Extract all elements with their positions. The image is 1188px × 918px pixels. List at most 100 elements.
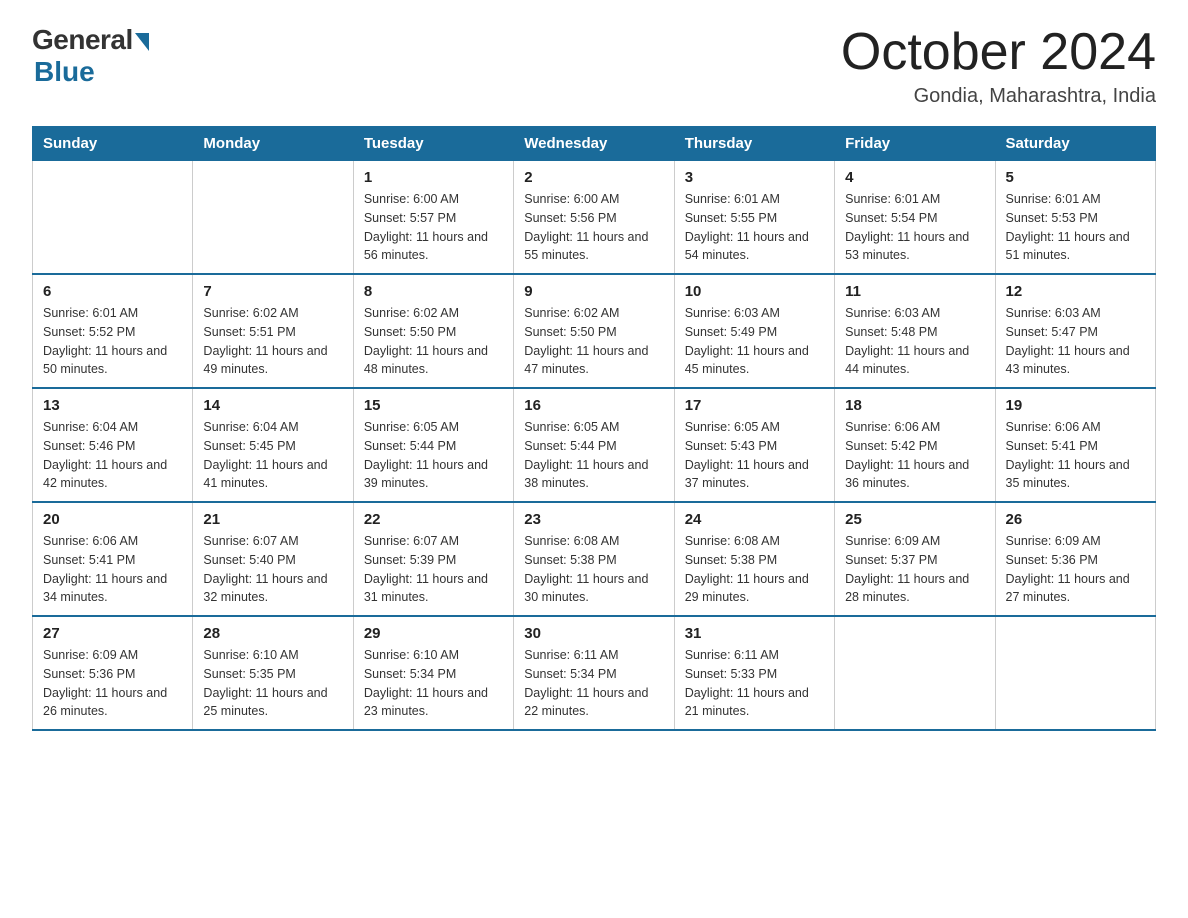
day-sun-info: Sunrise: 6:11 AMSunset: 5:33 PMDaylight:… bbox=[685, 646, 824, 721]
calendar-day-cell bbox=[33, 161, 193, 275]
calendar-day-cell: 27Sunrise: 6:09 AMSunset: 5:36 PMDayligh… bbox=[33, 616, 193, 730]
day-sun-info: Sunrise: 6:07 AMSunset: 5:39 PMDaylight:… bbox=[364, 532, 503, 607]
day-sun-info: Sunrise: 6:02 AMSunset: 5:51 PMDaylight:… bbox=[203, 304, 342, 379]
day-sun-info: Sunrise: 6:06 AMSunset: 5:41 PMDaylight:… bbox=[1006, 418, 1145, 493]
day-number: 10 bbox=[685, 283, 824, 300]
calendar-day-cell: 2 Sunrise: 6:00 AMSunset: 5:56 PMDaylight… bbox=[514, 161, 674, 275]
calendar-week-row: 27Sunrise: 6:09 AMSunset: 5:36 PMDayligh… bbox=[33, 616, 1156, 730]
day-number: 28 bbox=[203, 625, 342, 642]
day-sun-info: Sunrise: 6:09 AMSunset: 5:37 PMDaylight:… bbox=[845, 532, 984, 607]
calendar-day-cell: 19 Sunrise: 6:06 AMSunset: 5:41 PMDayligh… bbox=[995, 388, 1155, 502]
day-sun-info: Sunrise: 6:03 AMSunset: 5:49 PMDaylight:… bbox=[685, 304, 824, 379]
calendar-table: SundayMondayTuesdayWednesdayThursdayFrid… bbox=[32, 126, 1156, 731]
day-sun-info: Sunrise: 6:09 AMSunset: 5:36 PMDaylight:… bbox=[1006, 532, 1145, 607]
logo-blue-text: Blue bbox=[34, 56, 95, 88]
calendar-day-cell: 28 Sunrise: 6:10 AMSunset: 5:35 PMDayligh… bbox=[193, 616, 353, 730]
calendar-day-cell: 22 Sunrise: 6:07 AMSunset: 5:39 PMDayligh… bbox=[353, 502, 513, 616]
calendar-day-cell: 11Sunrise: 6:03 AMSunset: 5:48 PMDayligh… bbox=[835, 274, 995, 388]
logo: General Blue bbox=[32, 24, 149, 88]
day-number: 5 bbox=[1006, 169, 1145, 186]
calendar-day-cell: 3 Sunrise: 6:01 AMSunset: 5:55 PMDaylight… bbox=[674, 161, 834, 275]
day-number: 18 bbox=[845, 397, 984, 414]
page-header: General Blue October 2024 Gondia, Mahara… bbox=[32, 24, 1156, 108]
day-sun-info: Sunrise: 6:01 AMSunset: 5:53 PMDaylight:… bbox=[1006, 190, 1145, 265]
day-number: 31 bbox=[685, 625, 824, 642]
calendar-day-cell: 26 Sunrise: 6:09 AMSunset: 5:36 PMDayligh… bbox=[995, 502, 1155, 616]
day-number: 27 bbox=[43, 625, 182, 642]
calendar-day-cell: 21 Sunrise: 6:07 AMSunset: 5:40 PMDayligh… bbox=[193, 502, 353, 616]
logo-arrow-icon bbox=[135, 33, 149, 51]
calendar-day-cell: 25Sunrise: 6:09 AMSunset: 5:37 PMDayligh… bbox=[835, 502, 995, 616]
calendar-day-cell: 9 Sunrise: 6:02 AMSunset: 5:50 PMDaylight… bbox=[514, 274, 674, 388]
day-sun-info: Sunrise: 6:05 AMSunset: 5:44 PMDaylight:… bbox=[364, 418, 503, 493]
calendar-day-cell bbox=[835, 616, 995, 730]
calendar-day-cell: 7 Sunrise: 6:02 AMSunset: 5:51 PMDaylight… bbox=[193, 274, 353, 388]
calendar-day-cell: 10 Sunrise: 6:03 AMSunset: 5:49 PMDayligh… bbox=[674, 274, 834, 388]
calendar-day-cell: 23 Sunrise: 6:08 AMSunset: 5:38 PMDayligh… bbox=[514, 502, 674, 616]
day-of-week-header: Saturday bbox=[995, 127, 1155, 161]
location-title: Gondia, Maharashtra, India bbox=[841, 85, 1156, 108]
day-number: 2 bbox=[524, 169, 663, 186]
day-sun-info: Sunrise: 6:10 AMSunset: 5:34 PMDaylight:… bbox=[364, 646, 503, 721]
day-number: 24 bbox=[685, 511, 824, 528]
day-sun-info: Sunrise: 6:08 AMSunset: 5:38 PMDaylight:… bbox=[524, 532, 663, 607]
day-number: 26 bbox=[1006, 511, 1145, 528]
calendar-day-cell: 5 Sunrise: 6:01 AMSunset: 5:53 PMDaylight… bbox=[995, 161, 1155, 275]
day-number: 7 bbox=[203, 283, 342, 300]
day-sun-info: Sunrise: 6:06 AMSunset: 5:42 PMDaylight:… bbox=[845, 418, 984, 493]
day-number: 3 bbox=[685, 169, 824, 186]
calendar-week-row: 13 Sunrise: 6:04 AMSunset: 5:46 PMDayligh… bbox=[33, 388, 1156, 502]
calendar-day-cell: 1Sunrise: 6:00 AMSunset: 5:57 PMDaylight… bbox=[353, 161, 513, 275]
day-sun-info: Sunrise: 6:07 AMSunset: 5:40 PMDaylight:… bbox=[203, 532, 342, 607]
day-sun-info: Sunrise: 6:01 AMSunset: 5:54 PMDaylight:… bbox=[845, 190, 984, 265]
day-number: 4 bbox=[845, 169, 984, 186]
day-of-week-header: Tuesday bbox=[353, 127, 513, 161]
day-sun-info: Sunrise: 6:03 AMSunset: 5:48 PMDaylight:… bbox=[845, 304, 984, 379]
day-number: 17 bbox=[685, 397, 824, 414]
day-sun-info: Sunrise: 6:00 AMSunset: 5:56 PMDaylight:… bbox=[524, 190, 663, 265]
calendar-day-cell: 29Sunrise: 6:10 AMSunset: 5:34 PMDayligh… bbox=[353, 616, 513, 730]
day-sun-info: Sunrise: 6:04 AMSunset: 5:46 PMDaylight:… bbox=[43, 418, 182, 493]
day-number: 30 bbox=[524, 625, 663, 642]
day-sun-info: Sunrise: 6:10 AMSunset: 5:35 PMDaylight:… bbox=[203, 646, 342, 721]
day-number: 15 bbox=[364, 397, 503, 414]
day-sun-info: Sunrise: 6:02 AMSunset: 5:50 PMDaylight:… bbox=[364, 304, 503, 379]
day-number: 13 bbox=[43, 397, 182, 414]
calendar-day-cell bbox=[193, 161, 353, 275]
calendar-day-cell bbox=[995, 616, 1155, 730]
calendar-day-cell: 30 Sunrise: 6:11 AMSunset: 5:34 PMDayligh… bbox=[514, 616, 674, 730]
calendar-day-cell: 14Sunrise: 6:04 AMSunset: 5:45 PMDayligh… bbox=[193, 388, 353, 502]
logo-general-text: General bbox=[32, 24, 133, 56]
calendar-day-cell: 6 Sunrise: 6:01 AMSunset: 5:52 PMDaylight… bbox=[33, 274, 193, 388]
day-sun-info: Sunrise: 6:05 AMSunset: 5:44 PMDaylight:… bbox=[524, 418, 663, 493]
day-of-week-header: Wednesday bbox=[514, 127, 674, 161]
day-number: 8 bbox=[364, 283, 503, 300]
calendar-week-row: 20Sunrise: 6:06 AMSunset: 5:41 PMDayligh… bbox=[33, 502, 1156, 616]
calendar-day-cell: 13 Sunrise: 6:04 AMSunset: 5:46 PMDayligh… bbox=[33, 388, 193, 502]
day-of-week-header: Friday bbox=[835, 127, 995, 161]
day-number: 20 bbox=[43, 511, 182, 528]
day-number: 6 bbox=[43, 283, 182, 300]
calendar-day-cell: 4 Sunrise: 6:01 AMSunset: 5:54 PMDaylight… bbox=[835, 161, 995, 275]
day-number: 21 bbox=[203, 511, 342, 528]
day-sun-info: Sunrise: 6:11 AMSunset: 5:34 PMDaylight:… bbox=[524, 646, 663, 721]
calendar-week-row: 1Sunrise: 6:00 AMSunset: 5:57 PMDaylight… bbox=[33, 161, 1156, 275]
day-number: 9 bbox=[524, 283, 663, 300]
calendar-day-cell: 17Sunrise: 6:05 AMSunset: 5:43 PMDayligh… bbox=[674, 388, 834, 502]
day-sun-info: Sunrise: 6:01 AMSunset: 5:55 PMDaylight:… bbox=[685, 190, 824, 265]
day-number: 23 bbox=[524, 511, 663, 528]
title-block: October 2024 Gondia, Maharashtra, India bbox=[841, 24, 1156, 108]
day-number: 14 bbox=[203, 397, 342, 414]
day-number: 19 bbox=[1006, 397, 1145, 414]
day-sun-info: Sunrise: 6:01 AMSunset: 5:52 PMDaylight:… bbox=[43, 304, 182, 379]
month-title: October 2024 bbox=[841, 24, 1156, 81]
day-sun-info: Sunrise: 6:02 AMSunset: 5:50 PMDaylight:… bbox=[524, 304, 663, 379]
calendar-day-cell: 8 Sunrise: 6:02 AMSunset: 5:50 PMDaylight… bbox=[353, 274, 513, 388]
calendar-day-cell: 31 Sunrise: 6:11 AMSunset: 5:33 PMDayligh… bbox=[674, 616, 834, 730]
calendar-header-row: SundayMondayTuesdayWednesdayThursdayFrid… bbox=[33, 127, 1156, 161]
day-number: 22 bbox=[364, 511, 503, 528]
day-sun-info: Sunrise: 6:00 AMSunset: 5:57 PMDaylight:… bbox=[364, 190, 503, 265]
day-sun-info: Sunrise: 6:08 AMSunset: 5:38 PMDaylight:… bbox=[685, 532, 824, 607]
day-of-week-header: Monday bbox=[193, 127, 353, 161]
calendar-day-cell: 12Sunrise: 6:03 AMSunset: 5:47 PMDayligh… bbox=[995, 274, 1155, 388]
